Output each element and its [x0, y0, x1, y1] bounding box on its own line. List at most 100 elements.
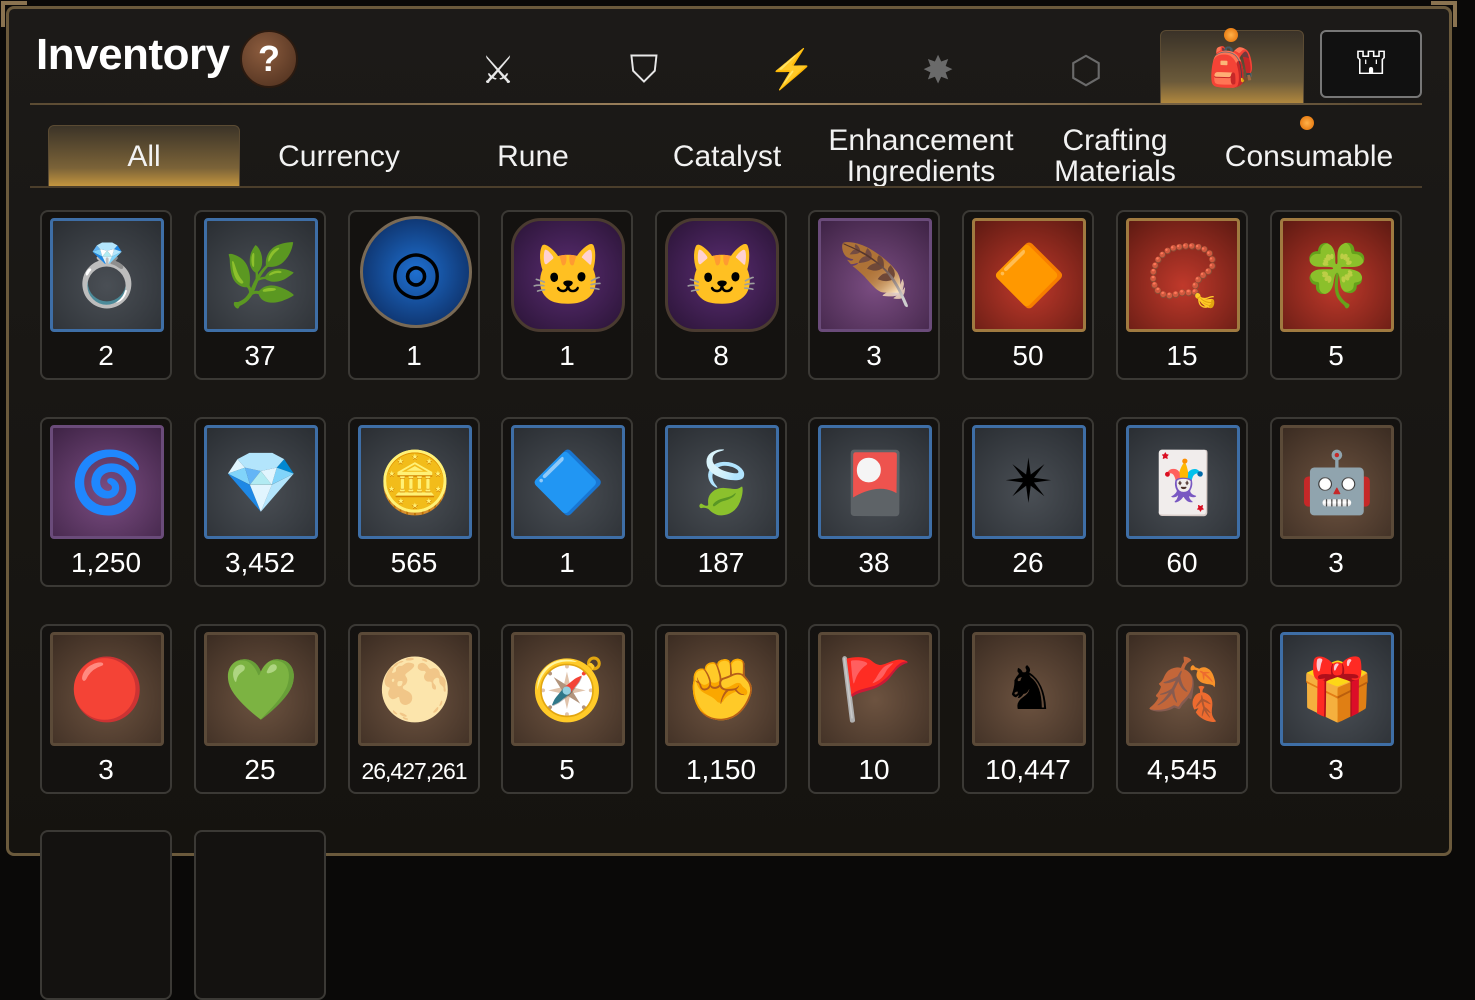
item-count: 2: [98, 340, 114, 371]
item-slot[interactable]: 🍀 5: [1270, 210, 1402, 380]
ring-icon: 💍: [50, 218, 164, 332]
star-amulet-icon: ✴: [972, 425, 1086, 539]
pendant-icon: 📿: [1126, 218, 1240, 332]
broken-shield-icon[interactable]: ⛉: [614, 40, 674, 100]
subtab-all[interactable]: All: [48, 125, 240, 187]
item-slot[interactable]: ✴ 26: [962, 417, 1094, 587]
item-slot[interactable]: 🧭 5: [501, 624, 633, 794]
clover-charm-icon: 🍀: [1280, 218, 1394, 332]
item-slot[interactable]: 🪶 3: [808, 210, 940, 380]
item-count: 5: [1328, 340, 1344, 371]
blue-orb-icon: ◎: [360, 216, 472, 328]
backpack-icon[interactable]: 🎒: [1202, 38, 1262, 98]
item-count: 60: [1166, 547, 1198, 578]
item-count: 3,452: [224, 547, 296, 578]
item-count: 187: [697, 547, 745, 578]
green-leaf-icon: 🍃: [665, 425, 779, 539]
item-slot[interactable]: 🪙 565: [348, 417, 480, 587]
gold-coin-icon: 🌕: [358, 632, 472, 746]
teal-crystal-icon: 🔷: [511, 425, 625, 539]
item-count: 1: [406, 340, 422, 371]
feather-wand-icon: 🪶: [818, 218, 932, 332]
item-slot[interactable]: [40, 830, 172, 1000]
sword-shield-icon[interactable]: ⚔: [468, 40, 528, 100]
item-count: 37: [244, 340, 276, 371]
divider: [30, 186, 1422, 188]
item-count: 1,250: [70, 547, 142, 578]
red-banner-icon: 🚩: [818, 632, 932, 746]
page-title: Inventory: [36, 30, 230, 79]
item-slot[interactable]: 🌕 26,427,261: [348, 624, 480, 794]
stone-compass-icon: 🧭: [511, 632, 625, 746]
item-count: 10,447: [985, 754, 1071, 785]
item-count: 3: [866, 340, 882, 371]
lightning-icon[interactable]: ⚡: [762, 40, 822, 100]
item-slot[interactable]: 🌀 1,250: [40, 417, 172, 587]
item-count: 1: [559, 547, 575, 578]
red-leaves-icon: 🍂: [1126, 632, 1240, 746]
item-slot[interactable]: 🔶 50: [962, 210, 1094, 380]
item-slot[interactable]: 🔷 1: [501, 417, 633, 587]
silver-coin-icon: 🪙: [358, 425, 472, 539]
fist-emblem-icon: ✊: [665, 632, 779, 746]
subtab-enhancement-ingredients[interactable]: Enhancement Ingredients: [826, 125, 1016, 187]
flame-ring-icon: 🌀: [50, 425, 164, 539]
item-count: 4,545: [1146, 754, 1218, 785]
item-slot[interactable]: 🐱 8: [655, 210, 787, 380]
item-count: 3: [1328, 547, 1344, 578]
red-badge-icon: 🔴: [50, 632, 164, 746]
item-count: 10: [858, 754, 890, 785]
item-slot[interactable]: 💍 2: [40, 210, 172, 380]
item-slot[interactable]: 🐱 1: [501, 210, 633, 380]
item-count: 26,427,261: [361, 758, 467, 784]
item-slot[interactable]: 🚩 10: [808, 624, 940, 794]
item-slot[interactable]: 🍂 4,545: [1116, 624, 1248, 794]
item-slot[interactable]: ✊ 1,150: [655, 624, 787, 794]
notification-dot: [1224, 28, 1238, 42]
blue-crystal-icon: 💎: [204, 425, 318, 539]
guild-house-icon[interactable]: ⛫: [1320, 30, 1422, 98]
item-count: 1: [559, 340, 575, 371]
pet-food-bag-icon: 🐱: [665, 218, 779, 332]
item-slot[interactable]: 💚 25: [194, 624, 326, 794]
item-count: 38: [858, 547, 890, 578]
item-count: 1,150: [685, 754, 757, 785]
item-slot[interactable]: 🌿 37: [194, 210, 326, 380]
knight-chess-icon: ♞: [972, 632, 1086, 746]
robot-pod-icon: 🤖: [1280, 425, 1394, 539]
item-slot[interactable]: 📿 15: [1116, 210, 1248, 380]
item-count: 3: [1328, 754, 1344, 785]
item-slot[interactable]: 🤖 3: [1270, 417, 1402, 587]
subtab-rune[interactable]: Rune: [438, 125, 628, 187]
subtab-crafting-materials[interactable]: Crafting Materials: [1020, 125, 1210, 187]
item-count: 565: [390, 547, 438, 578]
green-heart-icon: 💚: [204, 632, 318, 746]
subtab-currency[interactable]: Currency: [244, 125, 434, 187]
item-count: 8: [713, 340, 729, 371]
item-slot[interactable]: ♞ 10,447: [962, 624, 1094, 794]
item-slot[interactable]: [194, 830, 326, 1000]
card-ticket-icon: 🎴: [818, 425, 932, 539]
jewel-box-icon: 🎁: [1280, 632, 1394, 746]
item-slot[interactable]: 💎 3,452: [194, 417, 326, 587]
help-button[interactable]: ?: [240, 30, 298, 88]
subtab-consumable[interactable]: Consumable: [1214, 125, 1404, 187]
pet-food-bag-icon: 🐱: [511, 218, 625, 332]
item-count: 25: [244, 754, 276, 785]
cube-icon[interactable]: ⬡: [1056, 40, 1116, 100]
rune-burst-icon[interactable]: ✸: [908, 40, 968, 100]
item-slot[interactable]: 🔴 3: [40, 624, 172, 794]
item-count: 50: [1012, 340, 1044, 371]
item-count: 26: [1012, 547, 1044, 578]
item-slot[interactable]: 🃏 60: [1116, 417, 1248, 587]
item-slot[interactable]: 🎴 38: [808, 417, 940, 587]
item-count: 15: [1166, 340, 1198, 371]
amber-crystal-icon: 🔶: [972, 218, 1086, 332]
item-slot[interactable]: 🎁 3: [1270, 624, 1402, 794]
outfit-card-icon: 🃏: [1126, 425, 1240, 539]
item-slot[interactable]: 🍃 187: [655, 417, 787, 587]
item-slot[interactable]: ◎ 1: [348, 210, 480, 380]
item-count: 5: [559, 754, 575, 785]
subtab-catalyst[interactable]: Catalyst: [632, 125, 822, 187]
item-count: 3: [98, 754, 114, 785]
